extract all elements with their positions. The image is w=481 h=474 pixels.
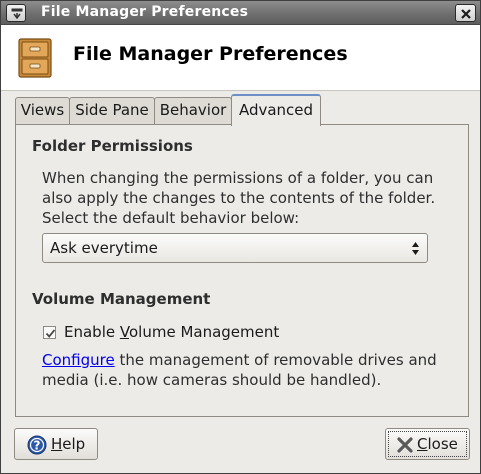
file-cabinet-icon: [18, 38, 52, 78]
volume-management-heading: Volume Management: [32, 290, 211, 308]
close-button[interactable]: Close: [385, 428, 470, 460]
svg-text:?: ?: [34, 439, 41, 453]
volume-management-description: Configure the management of removable dr…: [42, 350, 452, 390]
tab-label: Advanced: [238, 101, 314, 119]
title-bar[interactable]: File Manager Preferences: [1, 1, 480, 25]
dialog-title: File Manager Preferences: [73, 43, 348, 65]
close-x-icon: [397, 437, 413, 453]
updown-arrows-icon: [412, 242, 419, 255]
folder-permissions-heading: Folder Permissions: [32, 137, 193, 155]
enable-volume-management-label[interactable]: Enable Volume Management: [64, 323, 279, 341]
tab-label: Views: [20, 101, 65, 119]
folder-permissions-select[interactable]: Ask everytime: [42, 233, 428, 263]
tab-advanced[interactable]: Advanced: [231, 94, 321, 126]
help-icon: ?: [27, 435, 47, 455]
window-menu-icon: [11, 8, 23, 19]
tab-label: Behavior: [159, 101, 227, 119]
configure-link[interactable]: Configure: [42, 351, 115, 369]
window-title: File Manager Preferences: [41, 4, 249, 20]
window-menu-button[interactable]: [6, 4, 26, 22]
tab-behavior[interactable]: Behavior: [154, 97, 232, 125]
close-icon: [461, 9, 471, 19]
preferences-window: File Manager Preferences File Manager Pr…: [0, 0, 481, 474]
close-button-label: Close: [417, 435, 458, 453]
enable-volume-management-checkbox[interactable]: [43, 326, 56, 339]
help-button[interactable]: ? Help: [14, 428, 98, 460]
folder-permissions-description: When changing the permissions of a folde…: [42, 169, 436, 227]
tab-label: Side Pane: [75, 101, 149, 119]
window-close-button[interactable]: [455, 4, 476, 22]
tab-side-pane[interactable]: Side Pane: [69, 97, 155, 125]
checkmark-icon: [45, 329, 56, 338]
selected-option: Ask everytime: [50, 239, 158, 257]
dialog-header: File Manager Preferences: [1, 25, 480, 91]
help-button-label: Help: [51, 435, 86, 453]
tab-views[interactable]: Views: [15, 97, 70, 125]
